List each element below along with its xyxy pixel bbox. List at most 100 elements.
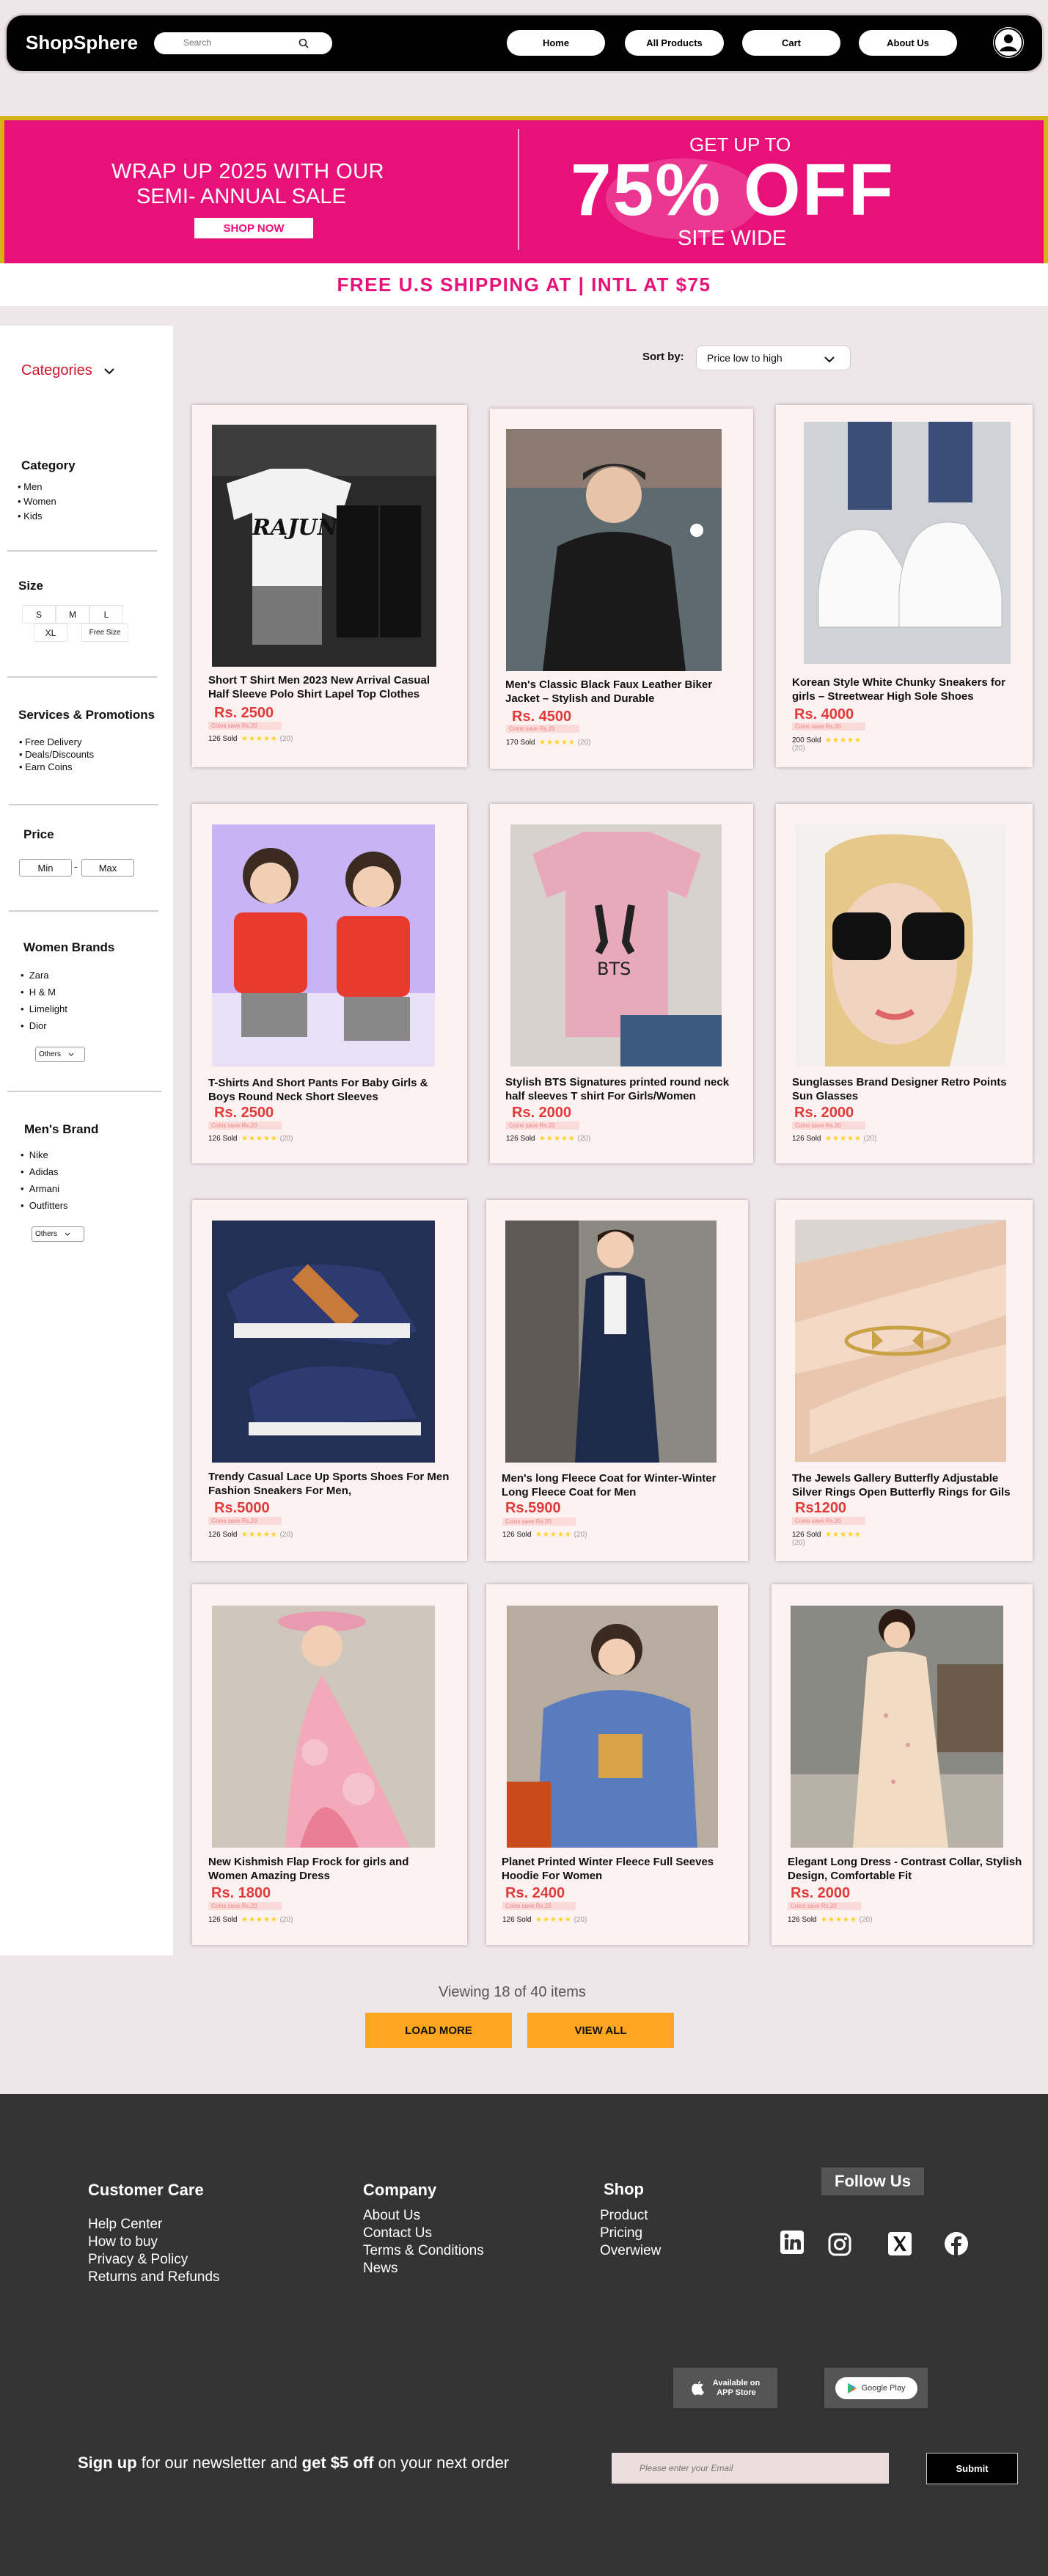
brand-item[interactable]: • Armani	[21, 1180, 68, 1197]
product-title[interactable]: Planet Printed Winter Fleece Full Seeves…	[502, 1855, 744, 1883]
footer-link[interactable]: Help Center	[88, 2216, 220, 2233]
search-bar[interactable]	[154, 32, 332, 54]
service-item[interactable]: • Free Delivery	[19, 736, 94, 748]
product-image[interactable]	[507, 1606, 718, 1848]
product-card[interactable]: Planet Printed Winter Fleece Full Seeves…	[486, 1584, 748, 1945]
size-option-m[interactable]: M	[56, 605, 89, 623]
product-card[interactable]: Sunglasses Brand Designer Retro Points S…	[776, 804, 1033, 1163]
nav-about-us[interactable]: About Us	[859, 30, 957, 56]
nav-cart[interactable]: Cart	[742, 30, 840, 56]
load-more-button[interactable]: LOAD MORE	[365, 2013, 512, 2048]
brand-item[interactable]: • Dior	[21, 1017, 67, 1034]
product-card[interactable]: Trendy Casual Lace Up Sports Shoes For M…	[192, 1200, 467, 1561]
size-option-free[interactable]: Free Size	[81, 623, 128, 642]
instagram-icon[interactable]	[827, 2232, 852, 2257]
brand-item[interactable]: • Nike	[21, 1146, 68, 1163]
facebook-icon[interactable]	[944, 2231, 969, 2256]
product-image[interactable]	[795, 1220, 1006, 1462]
brand-item[interactable]: • Adidas	[21, 1163, 68, 1180]
footer-link[interactable]: Privacy & Policy	[88, 2251, 220, 2269]
product-card[interactable]: Elegant Long Dress - Contrast Collar, St…	[772, 1584, 1033, 1945]
product-card[interactable]: The Jewels Gallery Butterfly Adjustable …	[776, 1200, 1033, 1561]
sort-dropdown[interactable]: Price low to high	[696, 345, 851, 370]
brand-item[interactable]: • Limelight	[21, 1000, 67, 1017]
linkedin-icon[interactable]	[780, 2230, 805, 2255]
brand-item[interactable]: • H & M	[21, 984, 67, 1000]
service-item[interactable]: • Earn Coins	[19, 761, 94, 773]
nav-all-products[interactable]: All Products	[625, 30, 724, 56]
product-image[interactable]	[505, 1221, 717, 1463]
size-option-xl[interactable]: XL	[34, 623, 67, 642]
product-image[interactable]	[804, 422, 1011, 664]
product-title[interactable]: Short T Shirt Men 2023 New Arrival Casua…	[208, 673, 450, 701]
footer-link[interactable]: Product	[600, 2207, 661, 2225]
shop-now-button[interactable]: SHOP NOW	[194, 218, 313, 238]
footer-link[interactable]: Returns and Refunds	[88, 2269, 220, 2286]
product-title[interactable]: Sunglasses Brand Designer Retro Points S…	[792, 1075, 1027, 1103]
category-item[interactable]: • Kids	[18, 509, 56, 524]
price-max-input[interactable]: Max	[81, 859, 134, 877]
google-play-button[interactable]: Google Play	[824, 2368, 928, 2408]
price-min-input[interactable]: Min	[19, 859, 72, 877]
footer-link[interactable]: Terms & Conditions	[363, 2242, 484, 2260]
view-all-button[interactable]: VIEW ALL	[527, 2013, 674, 2048]
footer-link[interactable]: Pricing	[600, 2225, 661, 2242]
size-option-l[interactable]: L	[89, 605, 123, 623]
product-title[interactable]: Stylish BTS Signatures printed round nec…	[505, 1075, 747, 1103]
footer-link[interactable]: Contact Us	[363, 2225, 484, 2242]
footer-link[interactable]: How to buy	[88, 2233, 220, 2251]
product-card[interactable]: BTS Stylish BTS Signatures printed round…	[490, 804, 753, 1163]
product-card[interactable]: Men's long Fleece Coat for Winter-Winter…	[486, 1200, 748, 1561]
product-image[interactable]	[506, 429, 722, 671]
footer-link[interactable]: About Us	[363, 2207, 484, 2225]
footer-link[interactable]: News	[363, 2260, 484, 2277]
newsletter-email-input[interactable]	[612, 2453, 889, 2484]
brand-item[interactable]: • Outfitters	[21, 1197, 68, 1214]
product-image[interactable]	[212, 1606, 435, 1848]
logo[interactable]: ShopSphere	[26, 32, 138, 54]
product-title[interactable]: Men's Classic Black Faux Leather Biker J…	[505, 678, 747, 706]
product-meta: 126 Sold ★★★★★ (20)	[788, 1916, 873, 1924]
product-title[interactable]: Korean Style White Chunky Sneakers for g…	[792, 676, 1027, 703]
product-image[interactable]	[212, 1221, 435, 1463]
product-price: Rs. 1800	[211, 1885, 271, 1901]
coins-save-badge: Coins save Rs.20	[208, 1121, 282, 1130]
product-title[interactable]: T-Shirts And Short Pants For Baby Girls …	[208, 1076, 450, 1104]
product-price: Rs.5900	[505, 1500, 561, 1516]
svg-text:BTS: BTS	[597, 959, 631, 979]
product-title[interactable]: Trendy Casual Lace Up Sports Shoes For M…	[208, 1470, 450, 1498]
women-brands-others[interactable]: Others	[35, 1047, 85, 1062]
search-icon[interactable]	[298, 38, 309, 48]
app-store-button[interactable]: Available on APP Store	[673, 2368, 777, 2408]
categories-dropdown[interactable]: Categories	[21, 362, 115, 379]
footer-link[interactable]: Overwiew	[600, 2242, 661, 2260]
product-title[interactable]: The Jewels Gallery Butterfly Adjustable …	[792, 1471, 1027, 1499]
nav-home[interactable]: Home	[507, 30, 605, 56]
product-title[interactable]: New Kishmish Flap Frock for girls and Wo…	[208, 1855, 450, 1883]
product-image[interactable]	[791, 1606, 1003, 1848]
product-title[interactable]: Elegant Long Dress - Contrast Collar, St…	[788, 1855, 1022, 1883]
product-card[interactable]: Men's Classic Black Faux Leather Biker J…	[490, 409, 753, 769]
search-input[interactable]	[183, 37, 293, 48]
product-card[interactable]: New Kishmish Flap Frock for girls and Wo…	[192, 1584, 467, 1945]
svg-text:RAJUN: RAJUN	[252, 515, 339, 541]
coins-save-badge: Coins save Rs.20	[792, 1517, 865, 1525]
category-item[interactable]: • Women	[18, 494, 56, 509]
product-card[interactable]: Korean Style White Chunky Sneakers for g…	[776, 405, 1033, 767]
mens-brand-others[interactable]: Others	[32, 1226, 84, 1242]
brand-item[interactable]: • Zara	[21, 967, 67, 984]
product-card[interactable]: T-Shirts And Short Pants For Baby Girls …	[192, 804, 467, 1163]
service-item[interactable]: • Deals/Discounts	[19, 748, 94, 761]
avatar[interactable]	[993, 27, 1024, 58]
product-image[interactable]	[796, 824, 1005, 1066]
newsletter-submit-button[interactable]: Submit	[926, 2453, 1018, 2484]
size-option-s[interactable]: S	[22, 605, 56, 623]
category-item[interactable]: • Men	[18, 480, 56, 494]
product-image[interactable]	[212, 824, 435, 1066]
x-twitter-icon[interactable]	[887, 2231, 912, 2256]
product-title[interactable]: Men's long Fleece Coat for Winter-Winter…	[502, 1471, 744, 1499]
product-image[interactable]: RAJUN	[212, 425, 436, 667]
newsletter-text: Sign up for our newsletter and get $5 of…	[78, 2454, 510, 2472]
product-image[interactable]: BTS	[510, 824, 722, 1066]
product-card[interactable]: RAJUN Short T Shirt Men 2023 New Arrival…	[192, 405, 467, 767]
